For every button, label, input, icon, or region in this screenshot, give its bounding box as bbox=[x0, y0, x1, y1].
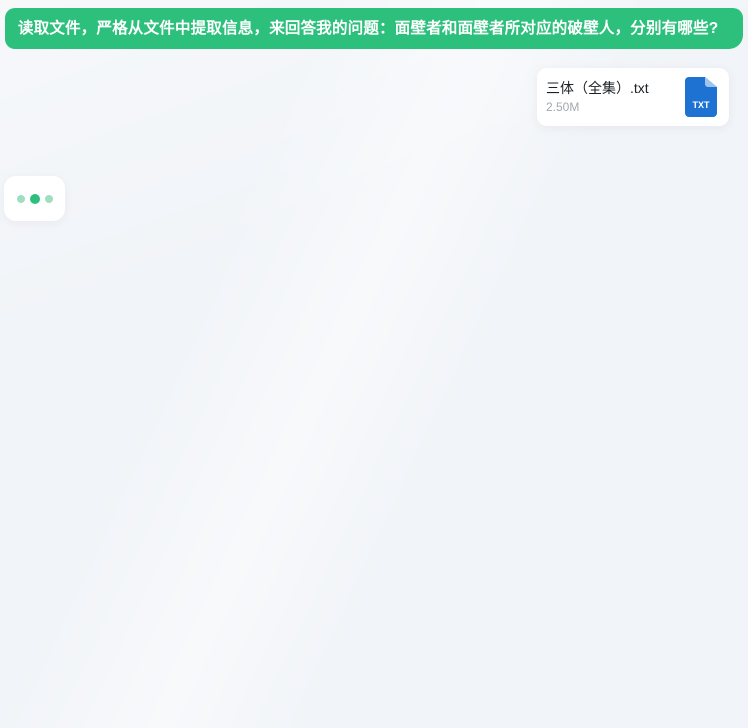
assistant-typing-indicator bbox=[4, 176, 65, 221]
typing-dot bbox=[29, 193, 40, 204]
file-name: 三体（全集）.txt bbox=[546, 79, 649, 96]
typing-dot bbox=[44, 194, 53, 203]
user-message-bubble: 读取文件，严格从文件中提取信息，来回答我的问题：面壁者和面壁者所对应的破壁人，分… bbox=[5, 8, 743, 49]
user-message-text: 读取文件，严格从文件中提取信息，来回答我的问题：面壁者和面壁者所对应的破壁人，分… bbox=[18, 20, 719, 37]
attachment-row: 三体（全集）.txt 2.50M TXT bbox=[0, 68, 729, 126]
typing-dot bbox=[16, 194, 25, 203]
txt-file-icon: TXT bbox=[685, 77, 717, 117]
txt-file-icon-label: TXT bbox=[693, 100, 711, 110]
file-attachment-card[interactable]: 三体（全集）.txt 2.50M TXT bbox=[537, 68, 729, 126]
txt-file-icon-body bbox=[685, 77, 717, 117]
file-size: 2.50M bbox=[546, 99, 580, 114]
chat-area: 读取文件，严格从文件中提取信息，来回答我的问题：面壁者和面壁者所对应的破壁人，分… bbox=[0, 8, 748, 728]
file-info: 三体（全集）.txt 2.50M bbox=[546, 79, 649, 116]
txt-file-icon-fold bbox=[705, 77, 717, 87]
